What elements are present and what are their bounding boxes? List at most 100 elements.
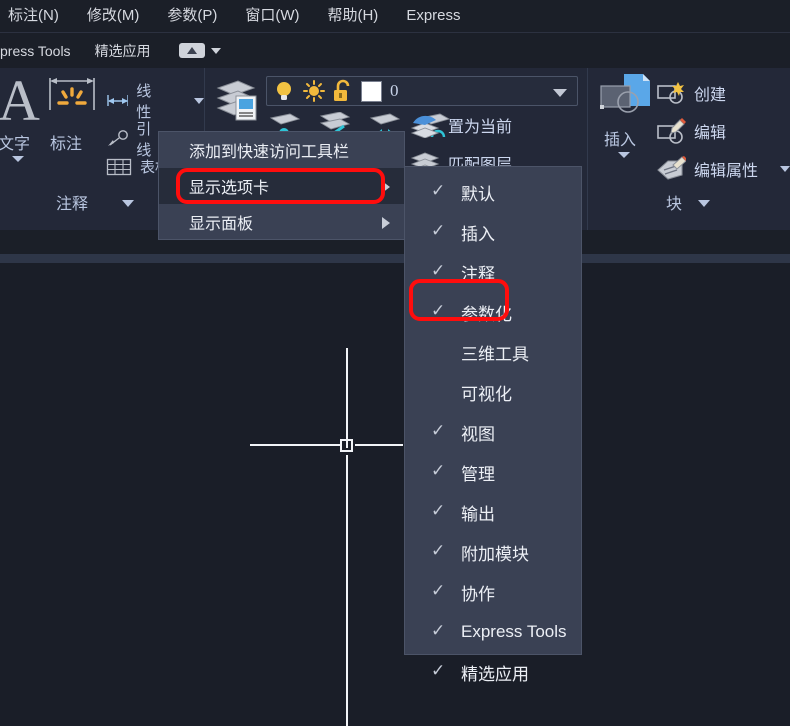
submenu-insert[interactable]: ✓ 插入 [405,212,581,252]
submenu-express-tools-label: Express Tools [461,622,567,641]
leader-icon [108,130,128,146]
menu-express[interactable]: Express [392,0,474,32]
submenu-featured-apps[interactable]: ✓ 精选应用 [405,652,581,692]
crosshair-pickbox [340,439,353,452]
edit-block-icon [657,118,686,144]
layer-properties-icon[interactable] [214,76,262,124]
submenu-default-label: 默认 [461,184,495,204]
check-icon: ✓ [431,181,446,200]
ribbon-tab-strip: press Tools 精选应用 [0,33,790,68]
submenu-collaborate-label: 协作 [461,584,495,604]
drawing-canvas[interactable]: CAD百科 www.allfunnies.com [0,263,790,726]
ribbon-separator [0,254,790,263]
unlock-icon[interactable] [333,79,353,103]
layer-selector-combo[interactable]: 0 [266,76,578,106]
layer-color-swatch[interactable] [361,80,382,102]
edit-block-label: 编辑 [694,125,727,142]
create-block-icon [657,82,684,104]
tab-featured-apps[interactable]: 精选应用 [83,34,163,68]
edit-attributes-icon [657,156,686,180]
set-current-layer-icon [410,115,440,138]
crosshair-horizontal [250,444,340,446]
crosshair-horizontal-right [355,444,403,446]
chevron-down-icon[interactable] [122,200,134,207]
check-icon: ✓ [431,621,446,640]
insert-block-icon[interactable] [598,72,654,124]
edit-attributes-row[interactable]: 编辑属性 [656,156,790,182]
cloud-sync-button[interactable] [178,43,221,58]
submenu-visualize[interactable]: 可视化 [405,372,581,412]
submenu-annotate-label: 注释 [461,264,495,284]
edit-block-row[interactable]: 编辑 [656,118,726,144]
set-current-layer-label: 置为当前 [448,119,513,136]
menu-modify[interactable]: 修改(M) [73,0,154,32]
chevron-down-icon[interactable] [698,200,710,207]
chevron-right-icon [382,217,390,229]
ctx-show-panels[interactable]: 显示面板 [159,204,404,240]
ribbon-context-menu: 添加到快速访问工具栏 显示选项卡 显示面板 [158,131,405,240]
chevron-down-icon[interactable] [210,47,221,54]
check-icon: ✓ [431,501,446,520]
create-block-label: 创建 [694,87,727,104]
submenu-annotate[interactable]: ✓ 注释 [405,252,581,292]
chevron-down-icon[interactable] [12,156,24,162]
edit-attributes-label: 编辑属性 [694,163,759,180]
check-icon: ✓ [431,661,446,680]
check-icon: ✓ [431,461,446,480]
menu-parametric[interactable]: 参数(P) [153,0,231,32]
dimension-tool-icon[interactable] [46,72,98,124]
create-block-row[interactable]: 创建 [656,80,726,106]
submenu-manage[interactable]: ✓ 管理 [405,452,581,492]
submenu-visualize-label: 可视化 [461,384,512,404]
insert-block-label: 插入 [604,132,637,149]
text-tool-icon[interactable]: A [0,72,40,130]
submenu-default[interactable]: ✓ 默认 [405,172,581,212]
sun-icon[interactable] [303,80,325,102]
menu-window[interactable]: 窗口(W) [231,0,313,32]
crosshair-vertical-lower [346,455,348,726]
menu-help[interactable]: 帮助(H) [313,0,392,32]
current-layer-name: 0 [390,81,399,100]
autocad-window: 标注(N) 修改(M) 参数(P) 窗口(W) 帮助(H) Express pr… [0,0,790,726]
ctx-show-panels-label: 显示面板 [189,216,254,233]
check-icon: ✓ [431,261,446,280]
linear-dimension-row[interactable]: 线性 [106,80,204,122]
submenu-output[interactable]: ✓ 输出 [405,492,581,532]
chevron-down-icon[interactable] [618,152,630,158]
submenu-featured-apps-label: 精选应用 [461,664,529,684]
ribbon-panel-block: 插入 创建 编辑 编辑属性 块 [587,68,790,230]
submenu-express-tools[interactable]: ✓ Express Tools [405,612,581,652]
ctx-show-tabs[interactable]: 显示选项卡 [159,168,404,204]
dimension-tool-label: 标注 [50,136,83,153]
submenu-view[interactable]: ✓ 视图 [405,412,581,452]
menu-bar: 标注(N) 修改(M) 参数(P) 窗口(W) 帮助(H) Express [0,0,790,33]
ctx-add-to-qat[interactable]: 添加到快速访问工具栏 [159,132,404,168]
submenu-insert-label: 插入 [461,224,495,244]
lightbulb-icon[interactable] [273,80,295,102]
chevron-down-icon[interactable] [553,89,567,97]
chevron-down-icon[interactable] [194,98,204,104]
submenu-3d-tools-label: 三维工具 [461,344,529,364]
set-current-layer-row[interactable]: 置为当前 [410,112,512,138]
text-tool-label: 文字 [0,136,31,153]
submenu-collaborate[interactable]: ✓ 协作 [405,572,581,612]
chevron-down-icon[interactable] [780,166,790,172]
submenu-3d-tools[interactable]: 三维工具 [405,332,581,372]
menu-dimension[interactable]: 标注(N) [0,0,73,32]
submenu-manage-label: 管理 [461,464,495,484]
submenu-output-label: 输出 [461,504,495,524]
submenu-parametric[interactable]: ✓ 参数化 [405,292,581,332]
check-icon: ✓ [431,541,446,560]
tab-express-tools[interactable]: press Tools [0,34,83,68]
check-icon: ✓ [431,581,446,600]
check-icon: ✓ [431,301,446,320]
table-icon [106,158,132,175]
submenu-view-label: 视图 [461,424,495,444]
submenu-parametric-label: 参数化 [461,304,512,324]
linear-dimension-label: 线性 [136,83,152,121]
submenu-addins[interactable]: ✓ 附加模块 [405,532,581,572]
ctx-show-tabs-label: 显示选项卡 [189,180,270,197]
show-tabs-submenu: ✓ 默认 ✓ 插入 ✓ 注释 ✓ 参数化 三维工具 可视化 ✓ 视图 ✓ 管理 [404,166,582,684]
chevron-right-icon [382,181,390,193]
crosshair-vertical [346,348,348,448]
